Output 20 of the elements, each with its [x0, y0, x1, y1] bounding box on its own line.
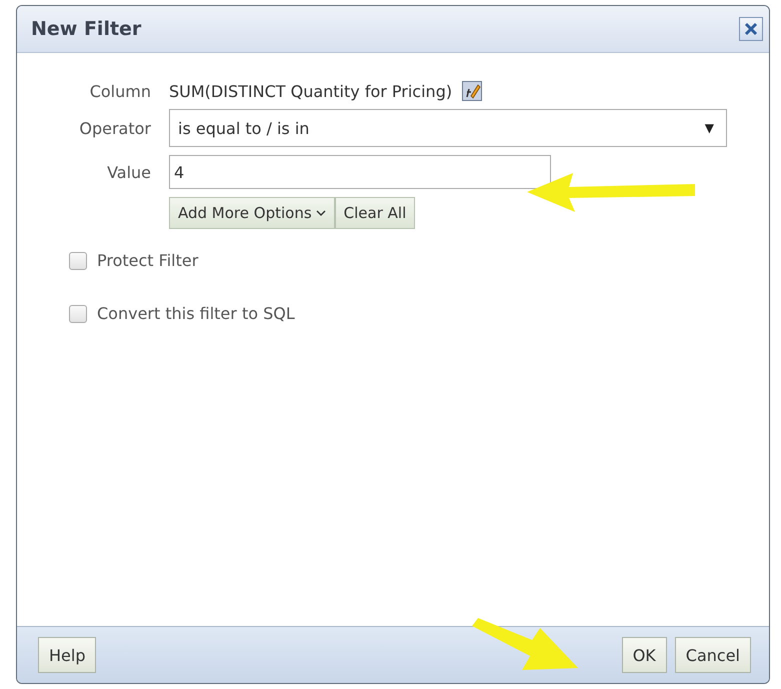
- field-label: Value: [106, 162, 151, 182]
- checkbox[interactable]: [69, 304, 87, 322]
- field-label: Operator: [78, 118, 151, 138]
- footer-button[interactable]: Cancel: [674, 637, 751, 673]
- footer-button[interactable]: OK: [622, 637, 667, 673]
- footer-button[interactable]: Help: [38, 637, 96, 673]
- column-name: SUM(DISTINCT Quantity for Pricing): [169, 82, 452, 100]
- option-button[interactable]: Add More Options: [169, 197, 335, 229]
- operator-dropdown[interactable]: is equal to / is in ▼: [169, 109, 727, 147]
- window-title: New Filter: [31, 18, 142, 40]
- checkbox[interactable]: [69, 252, 87, 270]
- close-icon: [744, 22, 758, 36]
- value-field[interactable]: 4: [169, 155, 551, 189]
- close-button[interactable]: [739, 17, 763, 41]
- chevron-icon: [316, 209, 326, 217]
- field-label: Column: [88, 82, 151, 100]
- option-button[interactable]: Clear All: [334, 197, 416, 229]
- checkbox-label: Protect Filter: [97, 251, 198, 270]
- edit-formula-icon[interactable]: [462, 81, 482, 101]
- checkbox-label: Convert this filter to SQL: [97, 304, 295, 323]
